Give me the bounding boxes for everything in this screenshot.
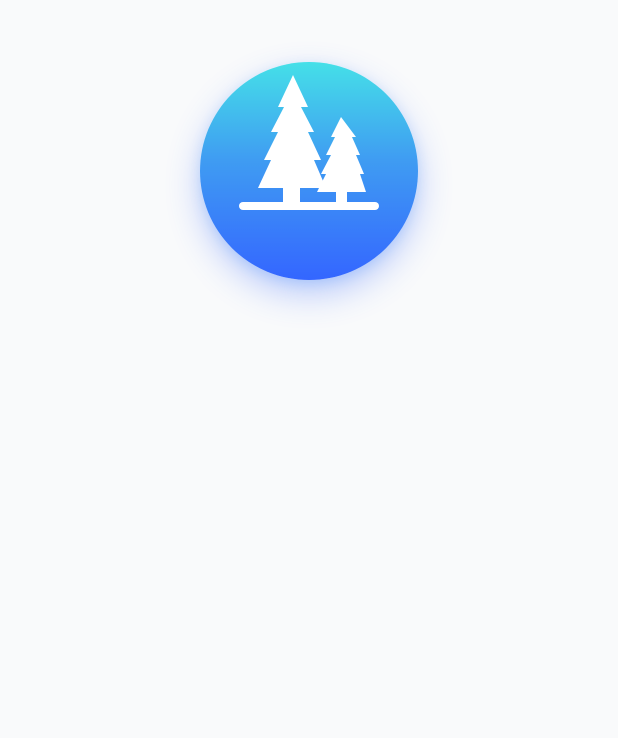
app-logo (200, 62, 418, 280)
screen (0, 0, 618, 738)
pine-trees-icon (239, 75, 379, 210)
